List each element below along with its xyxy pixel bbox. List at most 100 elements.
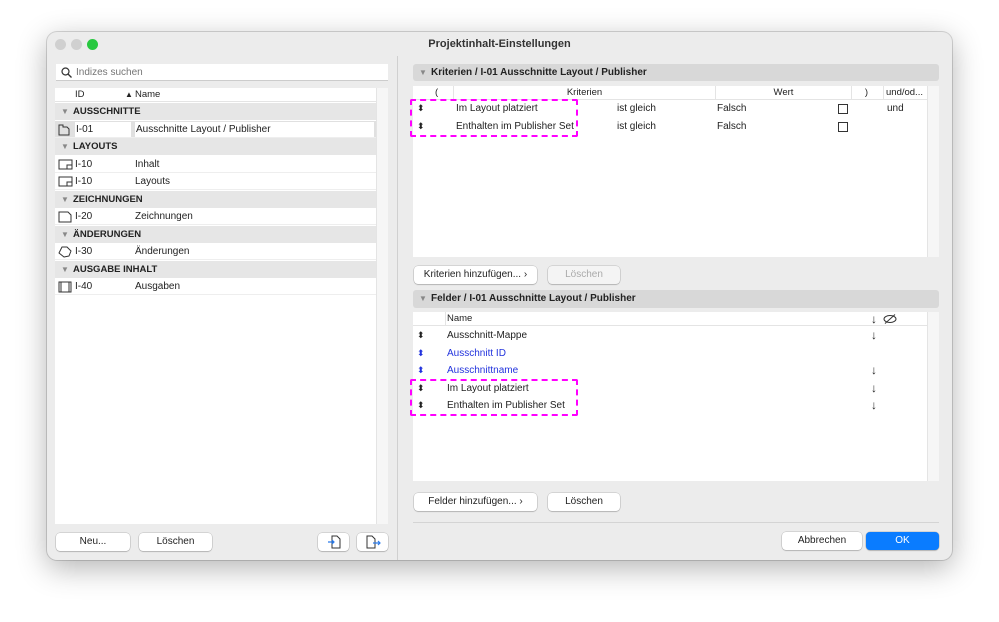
list-item[interactable]: I-10 Inhalt	[55, 156, 376, 173]
list-group-header[interactable]: ▼ AUSGABE INHALT	[55, 260, 376, 278]
item-name: Ausgaben	[135, 281, 181, 292]
field-name: Ausschnitt ID	[447, 347, 506, 359]
item-id: I-01	[75, 121, 131, 137]
item-id: I-10	[75, 176, 93, 187]
sort-arrow-icon[interactable]: ↓	[871, 380, 877, 397]
field-row[interactable]: ⬍ Ausschnitt ID	[413, 345, 927, 362]
criteria-table-header: ( Kriterien Wert ) und/od...	[413, 86, 927, 100]
list-item[interactable]: I-40 Ausgaben	[55, 278, 376, 295]
delete-index-button[interactable]: Löschen	[139, 533, 212, 551]
item-name: Inhalt	[135, 158, 160, 170]
field-row[interactable]: ⬍ Ausschnittname ↓	[413, 362, 927, 379]
criteria-checkbox[interactable]	[838, 104, 848, 114]
search-field[interactable]	[56, 64, 388, 81]
sort-asc-icon: ▲	[125, 90, 133, 99]
reorder-handle-icon[interactable]: ⬍	[417, 327, 425, 344]
item-name: Zeichnungen	[135, 211, 193, 222]
list-group-header[interactable]: ▼ ÄNDERUNGEN	[55, 225, 376, 243]
group-label: AUSSCHNITTE	[73, 106, 141, 117]
sort-arrow-icon[interactable]: ↓	[871, 327, 877, 344]
criteria-operator[interactable]: ist gleich	[617, 100, 656, 117]
group-label: ÄNDERUNGEN	[73, 228, 142, 240]
chevron-right-icon: ›	[523, 269, 528, 280]
delete-fields-button[interactable]: Löschen	[548, 493, 620, 511]
col-field-name: Name	[445, 312, 473, 326]
col-andor: und/od...	[883, 86, 923, 100]
index-list: ID ▲ Name ▼ AUSSCHNITTE I-01 Ausschnitte La…	[55, 88, 388, 524]
col-id[interactable]: ID	[75, 88, 85, 102]
minimize-button[interactable]	[71, 39, 82, 50]
field-name: Ausschnittname	[447, 365, 519, 376]
cancel-button[interactable]: Abbrechen	[782, 532, 862, 550]
list-header: ID ▲ Name	[55, 88, 376, 102]
ok-button[interactable]: OK	[866, 532, 939, 550]
list-item[interactable]: I-01 Ausschnitte Layout / Publisher	[55, 120, 376, 138]
close-button[interactable]	[55, 39, 66, 50]
sort-arrow-icon[interactable]: ↓	[871, 397, 877, 414]
reorder-handle-icon[interactable]: ⬍	[417, 362, 425, 379]
disclosure-triangle-icon: ▼	[61, 107, 69, 116]
item-id: I-40	[75, 281, 93, 292]
field-name: Ausschnitt-Mappe	[447, 330, 528, 341]
window-title: Projektinhalt-Einstellungen	[428, 38, 571, 50]
delete-criteria-button: Löschen	[548, 266, 620, 284]
export-button[interactable]	[357, 533, 388, 551]
col-name[interactable]: Name	[135, 88, 160, 102]
item-name: Änderungen	[135, 246, 190, 257]
highlight-box	[410, 379, 578, 416]
sort-arrow-icon[interactable]: ↓	[871, 362, 877, 379]
col-open-paren: (	[435, 87, 439, 98]
criteria-section-header[interactable]: ▼ Kriterien / I-01 Ausschnitte Layout / …	[413, 64, 939, 81]
disclosure-triangle-icon: ▼	[61, 194, 69, 204]
new-button[interactable]: Neu...	[56, 533, 130, 551]
col-close-paren: )	[851, 86, 881, 100]
drawing-icon	[58, 211, 72, 223]
fields-scrollbar[interactable]	[927, 312, 939, 481]
layout-icon	[58, 159, 73, 169]
list-scrollbar[interactable]	[376, 88, 388, 524]
import-button[interactable]	[318, 533, 349, 551]
disclosure-triangle-icon: ▼	[419, 68, 427, 77]
add-criteria-label: Kriterien hinzufügen...	[423, 269, 522, 280]
list-group-header[interactable]: ▼ AUSSCHNITTE	[55, 103, 376, 120]
add-criteria-button[interactable]: Kriterien hinzufügen... ›	[414, 266, 537, 284]
item-id: I-30	[75, 246, 93, 257]
criteria-header-title: Kriterien / I-01 Ausschnitte Layout / Pu…	[431, 67, 647, 78]
add-fields-label: Felder hinzufügen...	[428, 496, 517, 507]
col-value: Wert	[715, 86, 851, 100]
import-icon	[328, 535, 341, 549]
splitter[interactable]	[397, 56, 398, 560]
add-fields-button[interactable]: Felder hinzufügen... ›	[414, 493, 537, 511]
hidden-eye-icon	[883, 314, 897, 324]
disclosure-triangle-icon: ▼	[61, 229, 69, 239]
item-id: I-10	[75, 158, 93, 170]
group-label: LAYOUTS	[73, 141, 118, 152]
criteria-andor[interactable]: und	[887, 100, 904, 117]
criteria-value[interactable]: Falsch	[717, 118, 746, 135]
export-icon	[366, 535, 381, 549]
zoom-button[interactable]	[87, 39, 98, 50]
list-group-header[interactable]: ▼ ZEICHNUNGEN	[55, 190, 376, 208]
group-label: AUSGABE INHALT	[73, 263, 158, 275]
chevron-right-icon: ›	[519, 496, 523, 507]
list-item[interactable]: I-20 Zeichnungen	[55, 208, 376, 225]
list-item[interactable]: I-10 Layouts	[55, 173, 376, 190]
disclosure-triangle-icon: ▼	[419, 294, 427, 303]
view-icon	[58, 124, 70, 135]
fields-section-header[interactable]: ▼ Felder / I-01 Ausschnitte Layout / Pub…	[413, 290, 939, 308]
search-icon	[61, 67, 72, 78]
list-group-header[interactable]: ▼ LAYOUTS	[55, 138, 376, 155]
criteria-operator[interactable]: ist gleich	[617, 118, 656, 135]
search-input[interactable]	[76, 65, 376, 79]
divider	[413, 522, 939, 523]
item-name: Ausschnitte Layout / Publisher	[135, 121, 374, 137]
list-item[interactable]: I-30 Änderungen	[55, 243, 376, 260]
fields-table-header: Name ↓	[413, 312, 927, 326]
criteria-value[interactable]: Falsch	[717, 100, 746, 117]
criteria-scrollbar[interactable]	[927, 86, 939, 257]
reorder-handle-icon[interactable]: ⬍	[417, 345, 425, 362]
criteria-checkbox[interactable]	[838, 121, 848, 132]
layout-icon	[58, 176, 73, 187]
col-criteria: Kriterien	[453, 86, 715, 100]
field-row[interactable]: ⬍ Ausschnitt-Mappe ↓	[413, 327, 927, 344]
